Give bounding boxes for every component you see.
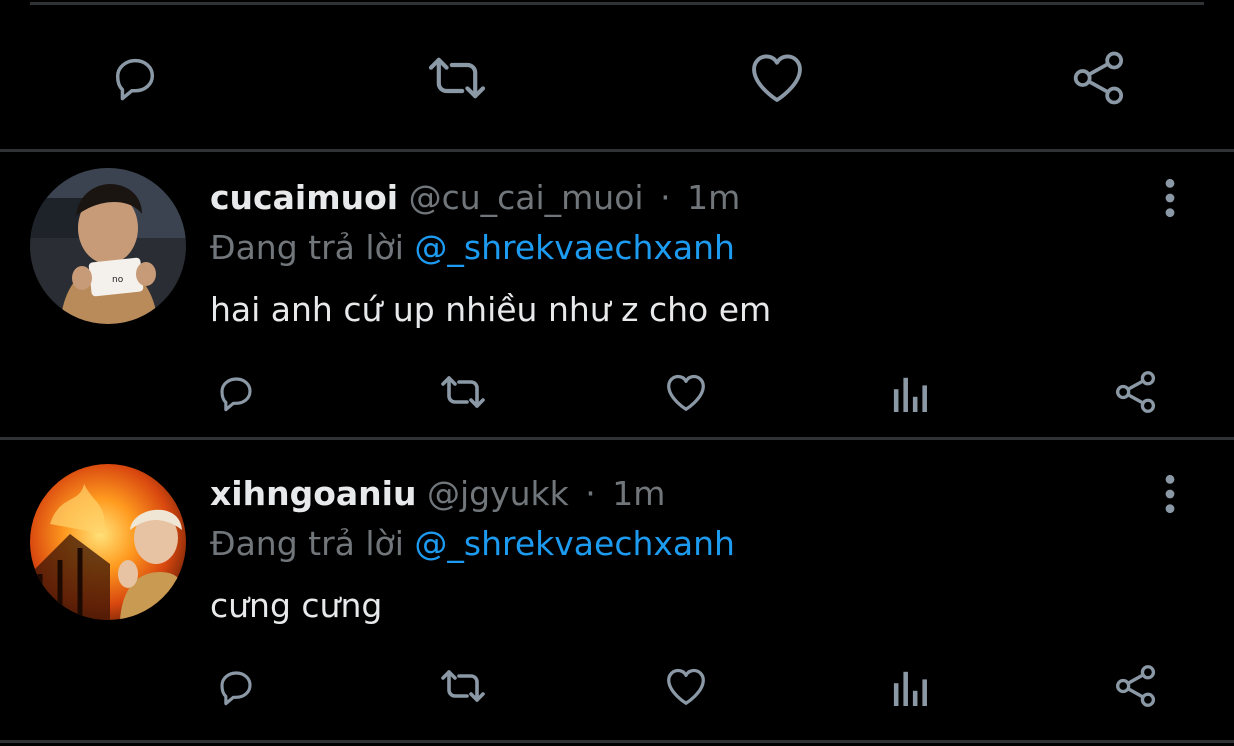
replying-to: Đang trả lời @_shrekvaechxanh: [210, 524, 735, 564]
share-icon[interactable]: [1114, 370, 1158, 414]
replying-to: Đang trả lời @_shrekvaechxanh: [210, 228, 735, 268]
tweet-header: xihngoaniu @jgyukk · 1m: [210, 474, 665, 514]
reply-tweet[interactable]: xihngoaniu @jgyukk · 1m Đang trả lời @_s…: [0, 440, 1234, 736]
share-icon[interactable]: [1070, 50, 1128, 106]
tweet-text: cưng cưng: [210, 586, 383, 625]
avatar-photo-icon: [30, 464, 186, 620]
share-icon[interactable]: [1114, 664, 1158, 708]
analytics-icon[interactable]: [892, 668, 930, 706]
like-icon[interactable]: [664, 372, 708, 412]
retweet-icon[interactable]: [438, 666, 488, 706]
display-name[interactable]: cucaimuoi: [210, 178, 398, 217]
separator-dot: ·: [585, 474, 596, 513]
replying-prefix: Đang trả lời: [210, 524, 404, 563]
main-tweet-action-bar: [0, 0, 1234, 150]
svg-text:no: no: [112, 275, 124, 285]
timeline: no cucaimuoi @cu_cai_muoi · 1m Đang trả …: [0, 0, 1234, 746]
reply-icon[interactable]: [214, 372, 258, 414]
mention-link[interactable]: @_shrekvaechxanh: [414, 228, 735, 267]
mention-link[interactable]: @_shrekvaechxanh: [414, 524, 735, 563]
replying-prefix: Đang trả lời: [210, 228, 404, 267]
handle[interactable]: @cu_cai_muoi: [409, 178, 644, 217]
avatar[interactable]: no: [30, 168, 186, 324]
avatar-photo-icon: no: [30, 168, 186, 324]
like-icon[interactable]: [748, 50, 806, 104]
avatar[interactable]: [30, 464, 186, 620]
retweet-icon[interactable]: [438, 372, 488, 412]
timestamp[interactable]: 1m: [687, 178, 740, 217]
handle[interactable]: @jgyukk: [427, 474, 569, 513]
reply-icon[interactable]: [106, 52, 164, 104]
like-icon[interactable]: [664, 666, 708, 706]
separator-dot: ·: [660, 178, 671, 217]
reply-icon[interactable]: [214, 666, 258, 708]
display-name[interactable]: xihngoaniu: [210, 474, 416, 513]
analytics-icon[interactable]: [892, 374, 930, 412]
more-options-icon[interactable]: [1160, 178, 1180, 218]
retweet-icon[interactable]: [424, 52, 490, 104]
tweet-header: cucaimuoi @cu_cai_muoi · 1m: [210, 178, 740, 218]
timestamp[interactable]: 1m: [612, 474, 665, 513]
more-options-icon[interactable]: [1160, 474, 1180, 514]
tweet-text: hai anh cứ up nhiều như z cho em: [210, 290, 772, 329]
divider: [0, 740, 1234, 743]
reply-tweet[interactable]: no cucaimuoi @cu_cai_muoi · 1m Đang trả …: [0, 150, 1234, 438]
